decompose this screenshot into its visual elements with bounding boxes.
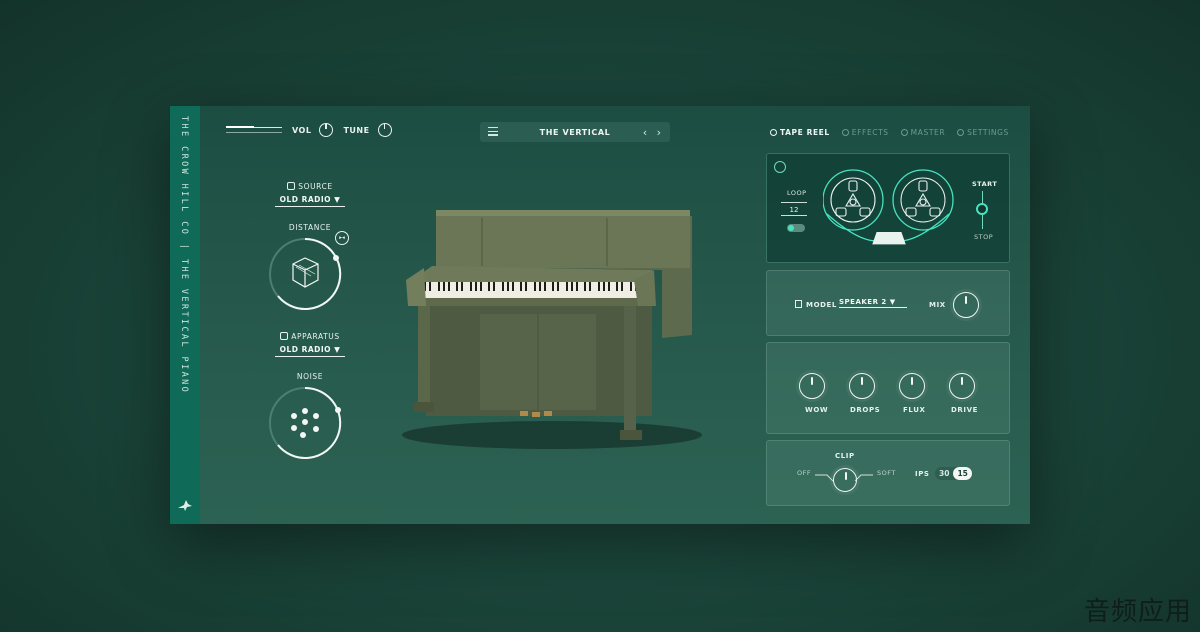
- tab-bar: TAPE REEL EFFECTS MASTER SETTINGS: [770, 128, 1009, 137]
- drops-knob[interactable]: [849, 373, 875, 399]
- tab-dot-icon: [900, 129, 908, 136]
- drops-label: DROPS: [850, 406, 881, 414]
- piano-image: [402, 210, 702, 449]
- tab-dot-icon: [841, 129, 849, 136]
- clip-label: CLIP: [835, 452, 855, 460]
- flux-knob[interactable]: [899, 373, 925, 399]
- source-label: SOURCE: [265, 182, 355, 191]
- model-select[interactable]: SPEAKER 2 ▼: [839, 298, 907, 308]
- sidebar: THE CROW HILL CO | THE VERTICAL PIANO: [170, 106, 200, 524]
- apparatus-select[interactable]: OLD RADIO ▼: [275, 345, 345, 357]
- ips-switch[interactable]: 30 15: [935, 467, 972, 480]
- ips-option-30[interactable]: 30: [935, 467, 953, 480]
- mix-knob[interactable]: [953, 292, 979, 318]
- tab-settings[interactable]: SETTINGS: [957, 128, 1009, 137]
- apparatus-label: APPARATUS: [265, 332, 355, 341]
- tape-reels: [823, 169, 954, 245]
- wow-knob[interactable]: [799, 373, 825, 399]
- tab-label: EFFECTS: [851, 128, 889, 137]
- speaker-icon: [795, 300, 802, 308]
- start-stop-slider[interactable]: [976, 203, 988, 215]
- drive-knob[interactable]: [949, 373, 975, 399]
- watermark: 音频应用: [1083, 597, 1192, 627]
- plugin-window: THE CROW HILL CO | THE VERTICAL PIANO VO…: [170, 106, 1030, 524]
- tune-knob[interactable]: [377, 123, 392, 137]
- dots-icon: [291, 408, 319, 438]
- preset-selector[interactable]: THE VERTICAL ‹ ›: [480, 122, 670, 142]
- left-controls: SOURCE OLD RADIO ▼ DISTANCE ▸◂ APPARATUS…: [265, 106, 355, 524]
- sidebar-title: THE CROW HILL CO | THE VERTICAL PIANO: [179, 116, 189, 395]
- tab-effects[interactable]: EFFECTS: [841, 128, 889, 137]
- tab-label: SETTINGS: [967, 128, 1009, 137]
- menu-icon[interactable]: [488, 127, 498, 136]
- power-icon[interactable]: [774, 161, 786, 173]
- loop-toggle[interactable]: [787, 224, 805, 232]
- crow-icon: [178, 500, 192, 511]
- drive-label: DRIVE: [951, 406, 979, 414]
- clip-off-label: OFF: [797, 469, 812, 477]
- radio-icon: [280, 332, 289, 340]
- tab-label: TAPE REEL: [780, 128, 830, 137]
- noise-knob[interactable]: [265, 383, 355, 473]
- model-label: MODEL: [795, 300, 837, 309]
- distance-knob[interactable]: [265, 234, 355, 324]
- noise-label: NOISE: [296, 372, 324, 381]
- tab-tape-reel[interactable]: TAPE REEL: [770, 128, 830, 137]
- tab-label: MASTER: [910, 128, 946, 137]
- mix-label: MIX: [929, 301, 946, 309]
- ips-option-15[interactable]: 15: [953, 467, 972, 480]
- flux-label: FLUX: [903, 406, 926, 414]
- modulation-panel: WOW DROPS FLUX DRIVE: [766, 342, 1010, 434]
- loop-length-value[interactable]: 12: [781, 202, 807, 216]
- tab-dot-icon: [770, 129, 777, 136]
- preset-name: THE VERTICAL: [539, 127, 611, 137]
- source-select[interactable]: OLD RADIO ▼: [275, 195, 345, 207]
- model-panel: MODEL SPEAKER 2 ▼ MIX: [766, 270, 1010, 336]
- cube-icon: [292, 257, 319, 288]
- clip-knob[interactable]: [833, 468, 857, 492]
- tape-reel-panel: LOOP 12 START STOP: [766, 153, 1010, 263]
- stop-label: STOP: [974, 233, 994, 241]
- clip-panel: CLIP OFF SOFT IPS 30 15: [766, 440, 1010, 506]
- tab-master[interactable]: MASTER: [900, 128, 946, 137]
- start-label: START: [972, 180, 998, 188]
- preset-nav-arrows[interactable]: ‹ ›: [643, 126, 664, 139]
- loop-label: LOOP: [787, 189, 807, 197]
- distance-link-badge[interactable]: ▸◂: [335, 231, 349, 245]
- link-icon: [287, 182, 296, 190]
- ips-label: IPS: [915, 470, 930, 478]
- tab-dot-icon: [957, 129, 965, 136]
- clip-soft-label: SOFT: [877, 469, 896, 477]
- wow-label: WOW: [805, 406, 829, 414]
